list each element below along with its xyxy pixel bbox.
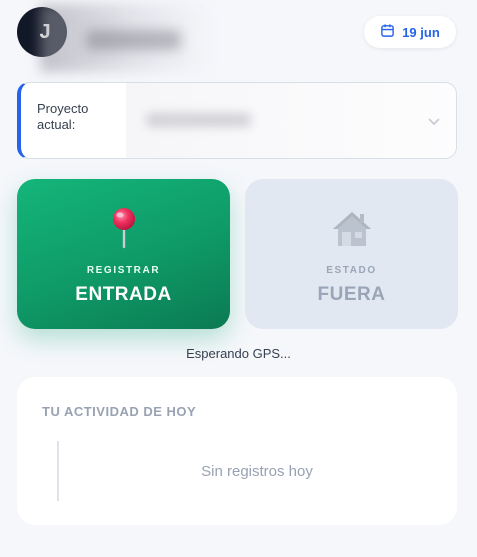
- date-text: 19 jun: [402, 24, 440, 40]
- app-screen: J 19 jun Proyecto actual:: [0, 0, 477, 557]
- status-value: FUERA: [317, 284, 386, 305]
- project-card: Proyecto actual:: [17, 82, 457, 159]
- gps-status-text: Esperando GPS...: [186, 346, 291, 361]
- calendar-icon: [380, 23, 395, 41]
- check-in-small-label: REGISTRAR: [86, 265, 161, 276]
- activity-card: TU ACTIVIDAD DE HOY Sin registros hoy: [17, 377, 457, 525]
- header: J 19 jun: [0, 0, 477, 72]
- status-small-label: ESTADO: [326, 265, 377, 276]
- date-badge[interactable]: 19 jun: [364, 16, 456, 48]
- chevron-down-icon: [428, 118, 440, 126]
- house-icon: [245, 207, 458, 251]
- pushpin-icon: [17, 207, 230, 251]
- project-label: Proyecto actual:: [37, 101, 89, 132]
- status-card: ESTADO FUERA: [245, 179, 458, 329]
- user-name-redacted: [86, 30, 181, 50]
- check-in-button[interactable]: REGISTRAR ENTRADA: [17, 179, 230, 329]
- check-in-big-label: ENTRADA: [75, 284, 172, 305]
- empty-state-text: Sin registros hoy: [201, 463, 313, 480]
- project-name-redacted: [146, 113, 251, 127]
- activity-title: TU ACTIVIDAD DE HOY: [42, 404, 197, 419]
- project-select[interactable]: [126, 83, 456, 158]
